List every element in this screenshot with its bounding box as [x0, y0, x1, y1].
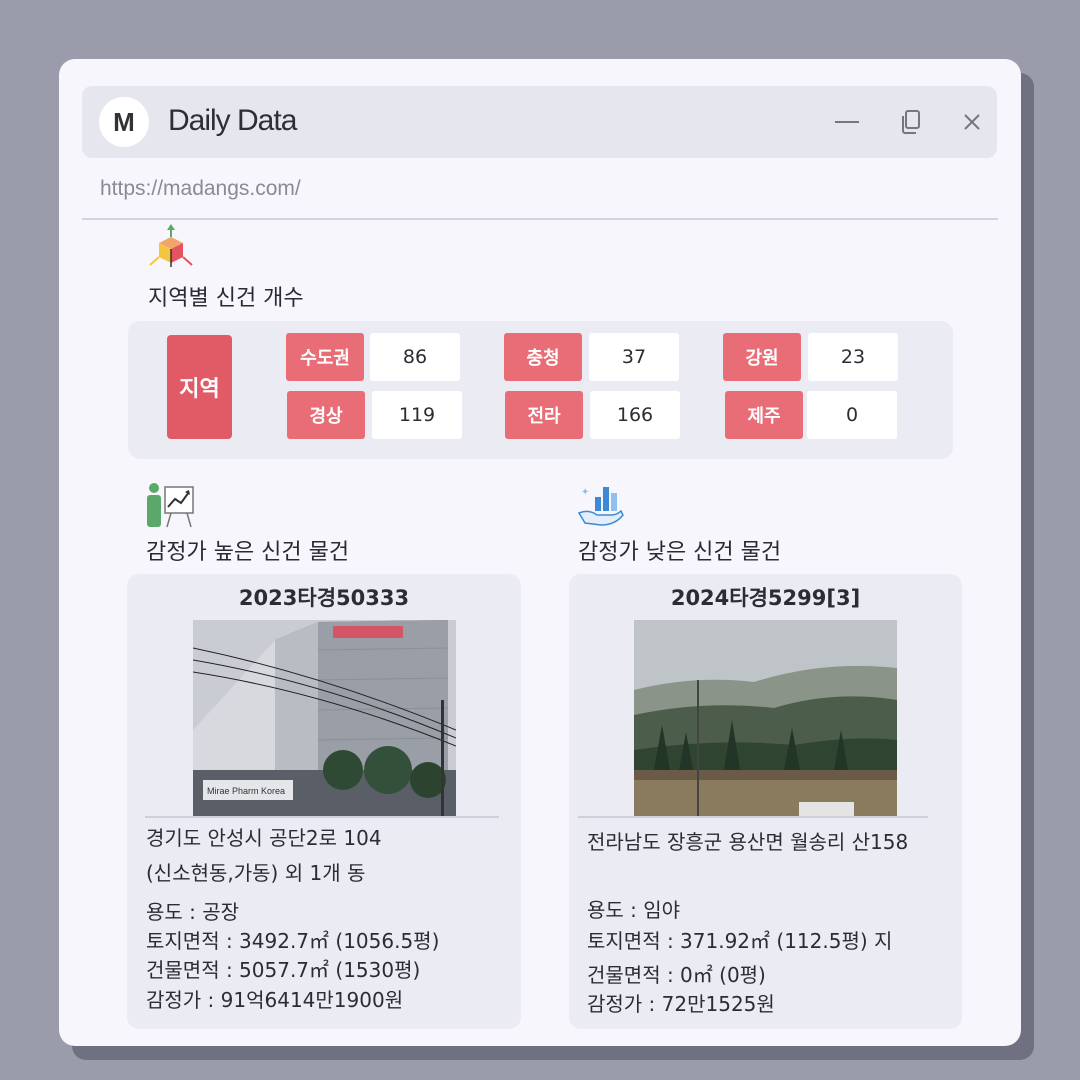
region-section-title: 지역별 신건 개수 [148, 286, 304, 311]
app-window: M Daily Data https://madangs.com/ 지역별 신건… [59, 59, 1021, 1046]
low-building-area: 건물면적 : 0㎡ (0평) [587, 963, 766, 987]
region-label-sudogwon: 수도권 [286, 333, 364, 381]
high-property-card[interactable]: 2023타경50333 Mirae Pharm Korea 경기도 안성시 공단… [127, 574, 521, 1029]
region-label-chungcheong: 충청 [504, 333, 582, 381]
low-address-line1: 전라남도 장흥군 용산면 월송리 산158 [587, 830, 909, 854]
region-panel: 지역 수도권 86 충청 37 강원 23 경상 119 전라 166 제주 0 [128, 321, 953, 459]
region-main-label: 지역 [167, 335, 232, 439]
photo-divider [145, 816, 499, 818]
region-value-jeolla: 166 [590, 391, 680, 439]
svg-text:✦: ✦ [581, 487, 589, 498]
high-land-area: 토지면적 : 3492.7㎡ (1056.5평) [146, 929, 440, 953]
region-value-gyeongsang: 119 [372, 391, 462, 439]
region-label-jeolla: 전라 [505, 391, 583, 439]
title-bar: M Daily Data [82, 86, 997, 158]
high-appraisal: 감정가 : 91억6414만1900원 [146, 988, 404, 1012]
low-appraisal: 감정가 : 72만1525원 [587, 992, 775, 1016]
url-text[interactable]: https://madangs.com/ [100, 177, 301, 201]
photo-divider [578, 816, 928, 818]
region-value-jeju: 0 [807, 391, 897, 439]
high-usage: 용도 : 공장 [146, 900, 240, 924]
high-address-line2: (신소현동,가동) 외 1개 동 [146, 861, 366, 885]
building-sign-text: Mirae Pharm Korea [207, 786, 285, 796]
high-section-title: 감정가 높은 신건 물건 [146, 540, 350, 565]
high-building-area: 건물면적 : 5057.7㎡ (1530평) [146, 958, 421, 982]
minimize-icon[interactable] [831, 106, 863, 138]
region-value-gangwon: 23 [808, 333, 898, 381]
high-property-photo: Mirae Pharm Korea [193, 620, 456, 816]
region-label-gangwon: 강원 [723, 333, 801, 381]
presentation-chart-icon [143, 479, 197, 531]
region-value-sudogwon: 86 [370, 333, 460, 381]
low-land-area: 토지면적 : 371.92㎡ (112.5평) 지 [587, 929, 893, 953]
low-usage: 용도 : 임야 [587, 898, 681, 922]
region-label-jeju: 제주 [725, 391, 803, 439]
cube-icon [145, 223, 197, 275]
app-title: Daily Data [168, 104, 297, 137]
close-icon[interactable] [956, 106, 988, 138]
low-case-number[interactable]: 2024타경5299[3] [569, 582, 962, 612]
low-section-title: 감정가 낮은 신건 물건 [578, 540, 782, 565]
divider [82, 218, 998, 220]
region-value-chungcheong: 37 [589, 333, 679, 381]
low-property-card[interactable]: 2024타경5299[3] 전라남도 장흥군 용산면 월송리 산158 용도:… [569, 574, 962, 1029]
hand-chart-icon: ✦ [575, 479, 627, 531]
region-label-gyeongsang: 경상 [287, 391, 365, 439]
high-case-number[interactable]: 2023타경50333 [127, 582, 521, 612]
low-property-photo [634, 620, 897, 816]
copy-icon[interactable] [895, 106, 927, 138]
high-address-line1: 경기도 안성시 공단2로 104 [146, 826, 382, 850]
app-avatar[interactable]: M [99, 97, 149, 147]
